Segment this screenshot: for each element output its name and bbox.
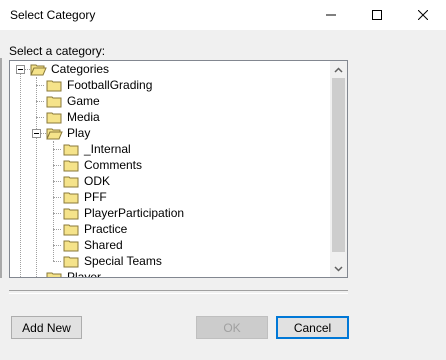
tree-node-media[interactable]: Media bbox=[46, 109, 100, 125]
maximize-button[interactable] bbox=[354, 0, 400, 30]
tree-connector bbox=[53, 181, 61, 182]
tree-node-label: PlayerParticipation bbox=[84, 206, 185, 220]
add-new-button[interactable]: Add New bbox=[11, 316, 82, 339]
tree-node-playerparticipation[interactable]: PlayerParticipation bbox=[63, 205, 184, 221]
tree-node-categories[interactable]: Categories bbox=[30, 61, 109, 77]
tree-node-pff[interactable]: PFF bbox=[63, 189, 107, 205]
folder-icon bbox=[46, 80, 62, 91]
tree-node-label: ODK bbox=[84, 174, 111, 188]
tree-node-label: Media bbox=[67, 110, 100, 124]
category-label: Select a category: bbox=[9, 44, 106, 58]
tree-node-odk[interactable]: ODK bbox=[63, 173, 110, 189]
tree-connector bbox=[36, 77, 37, 277]
tree-connector bbox=[53, 149, 61, 150]
collapse-play-toggle[interactable] bbox=[32, 129, 41, 138]
separator bbox=[9, 290, 348, 294]
tree-node-practice[interactable]: Practice bbox=[63, 221, 127, 237]
tree-connector bbox=[20, 73, 21, 277]
tree-node-footballgrading[interactable]: FootballGrading bbox=[46, 77, 152, 93]
folder-open-icon bbox=[30, 64, 47, 75]
tree-connector bbox=[36, 85, 44, 86]
minimize-icon bbox=[326, 14, 336, 16]
tree-node-internal[interactable]: _Internal bbox=[63, 141, 131, 157]
tree-node-label: Categories bbox=[51, 62, 110, 76]
tree-node-label: Special Teams bbox=[84, 254, 162, 268]
tree-node-label: Practice bbox=[84, 222, 128, 236]
tree-connector bbox=[53, 213, 61, 214]
window-title: Select Category bbox=[10, 8, 96, 22]
folder-icon bbox=[63, 160, 79, 171]
tree-connector bbox=[36, 277, 44, 278]
folder-icon bbox=[63, 144, 79, 155]
folder-icon bbox=[63, 192, 79, 203]
tree-node-player[interactable]: Player bbox=[46, 269, 102, 278]
tree-node-special-teams[interactable]: Special Teams bbox=[63, 253, 162, 269]
tree-node-label: FootballGrading bbox=[67, 78, 153, 92]
collapse-categories-toggle[interactable] bbox=[16, 65, 25, 74]
tree-node-comments[interactable]: Comments bbox=[63, 157, 142, 173]
tree-connector bbox=[53, 261, 61, 262]
chevron-down-icon bbox=[334, 265, 343, 272]
tree-connector bbox=[53, 245, 61, 246]
tree-connector bbox=[53, 229, 61, 230]
window-edge bbox=[0, 58, 2, 278]
tree-vertical-scrollbar[interactable] bbox=[330, 61, 347, 277]
scroll-up-button[interactable] bbox=[330, 61, 347, 78]
close-icon bbox=[418, 10, 428, 20]
tree-node-label: Play bbox=[67, 126, 91, 140]
tree-node-game[interactable]: Game bbox=[46, 93, 100, 109]
folder-icon bbox=[46, 112, 62, 123]
tree-connector bbox=[36, 117, 44, 118]
maximize-icon bbox=[372, 10, 382, 20]
folder-open-icon bbox=[46, 128, 63, 139]
tree-node-label: Shared bbox=[84, 238, 123, 252]
folder-icon bbox=[63, 176, 79, 187]
folder-icon bbox=[46, 96, 62, 107]
folder-icon bbox=[63, 256, 79, 267]
category-tree[interactable]: Categories FootballGrading Game Media Pl… bbox=[9, 60, 348, 278]
tree-connector bbox=[53, 141, 54, 261]
folder-icon bbox=[63, 224, 79, 235]
tree-node-play[interactable]: Play bbox=[46, 125, 90, 141]
minimize-button[interactable] bbox=[308, 0, 354, 30]
folder-icon bbox=[46, 272, 62, 277]
tree-node-label: Game bbox=[67, 94, 100, 108]
tree-node-label: PFF bbox=[84, 190, 107, 204]
folder-icon bbox=[63, 240, 79, 251]
scroll-down-button[interactable] bbox=[330, 260, 347, 277]
tree-node-label: Player bbox=[67, 270, 102, 278]
tree-node-shared[interactable]: Shared bbox=[63, 237, 123, 253]
tree-connector bbox=[36, 101, 44, 102]
cancel-button[interactable]: Cancel bbox=[276, 316, 349, 339]
ok-button[interactable]: OK bbox=[196, 316, 268, 339]
tree-node-label: Comments bbox=[84, 158, 143, 172]
folder-icon bbox=[63, 208, 79, 219]
chevron-up-icon bbox=[334, 66, 343, 73]
tree-connector bbox=[53, 165, 61, 166]
close-button[interactable] bbox=[400, 0, 446, 30]
title-bar: Select Category bbox=[0, 0, 446, 30]
tree-connector bbox=[53, 197, 61, 198]
tree-node-label: _Internal bbox=[84, 142, 131, 156]
scroll-thumb[interactable] bbox=[332, 78, 345, 252]
